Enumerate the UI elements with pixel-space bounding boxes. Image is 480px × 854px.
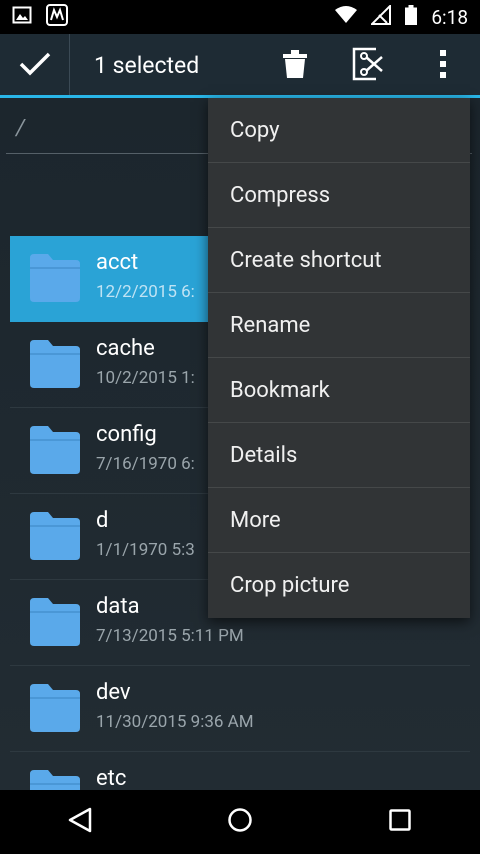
file-row-dev[interactable]: dev 11/30/2015 9:36 AM	[10, 666, 470, 752]
folder-icon	[28, 596, 82, 648]
folder-icon	[28, 682, 82, 734]
cut-button[interactable]	[332, 34, 406, 97]
folder-icon	[28, 510, 82, 562]
menu-item-bookmark[interactable]: Bookmark	[208, 358, 470, 423]
clock: 6:18	[431, 5, 468, 29]
back-icon	[68, 807, 92, 837]
status-bar: 6:18	[0, 0, 480, 34]
cut-icon	[352, 47, 386, 85]
file-name: config	[96, 422, 157, 447]
selection-action-bar: 1 selected	[0, 34, 480, 97]
menu-item-rename[interactable]: Rename	[208, 293, 470, 358]
file-name: cache	[96, 336, 155, 361]
selection-count: 1 selected	[94, 52, 200, 79]
no-signal-icon	[369, 3, 392, 29]
folder-icon	[28, 424, 82, 476]
home-icon	[227, 807, 253, 837]
overflow-menu-button[interactable]	[406, 34, 480, 97]
file-name: data	[96, 594, 140, 619]
battery-icon	[405, 5, 418, 29]
delete-button[interactable]	[258, 34, 332, 97]
folder-icon	[28, 338, 82, 390]
menu-item-create-shortcut[interactable]: Create shortcut	[208, 228, 470, 293]
navigation-bar	[0, 790, 480, 854]
file-date: 7/16/1970 6:	[96, 454, 195, 474]
file-date: 10/2/2015 1:	[96, 368, 195, 388]
path-text: /	[16, 116, 25, 141]
image-notification-icon	[12, 5, 32, 29]
folder-icon	[28, 252, 82, 304]
file-date: 7/13/2015 5:11 PM	[96, 626, 244, 646]
file-date: 1/1/1970 5:3	[96, 540, 195, 560]
check-icon	[19, 51, 51, 81]
wifi-icon	[335, 6, 358, 28]
trash-icon	[283, 49, 307, 82]
recents-icon	[389, 809, 411, 835]
menu-item-crop-picture[interactable]: Crop picture	[208, 553, 470, 618]
menu-item-more[interactable]: More	[208, 488, 470, 553]
file-name: acct	[96, 250, 139, 275]
back-button[interactable]	[40, 790, 120, 854]
done-button[interactable]	[0, 34, 70, 97]
file-name: etc	[96, 766, 127, 791]
overflow-menu: Copy Compress Create shortcut Rename Boo…	[208, 98, 470, 618]
file-date: 11/30/2015 9:36 AM	[96, 712, 254, 732]
home-button[interactable]	[200, 790, 280, 854]
app-notification-icon	[46, 4, 68, 30]
file-name: d	[96, 508, 109, 533]
menu-item-copy[interactable]: Copy	[208, 98, 470, 163]
menu-item-details[interactable]: Details	[208, 423, 470, 488]
file-name: dev	[96, 680, 131, 705]
menu-item-compress[interactable]: Compress	[208, 163, 470, 228]
file-date: 12/2/2015 6:	[96, 282, 195, 302]
more-vert-icon	[439, 49, 447, 82]
recents-button[interactable]	[360, 790, 440, 854]
